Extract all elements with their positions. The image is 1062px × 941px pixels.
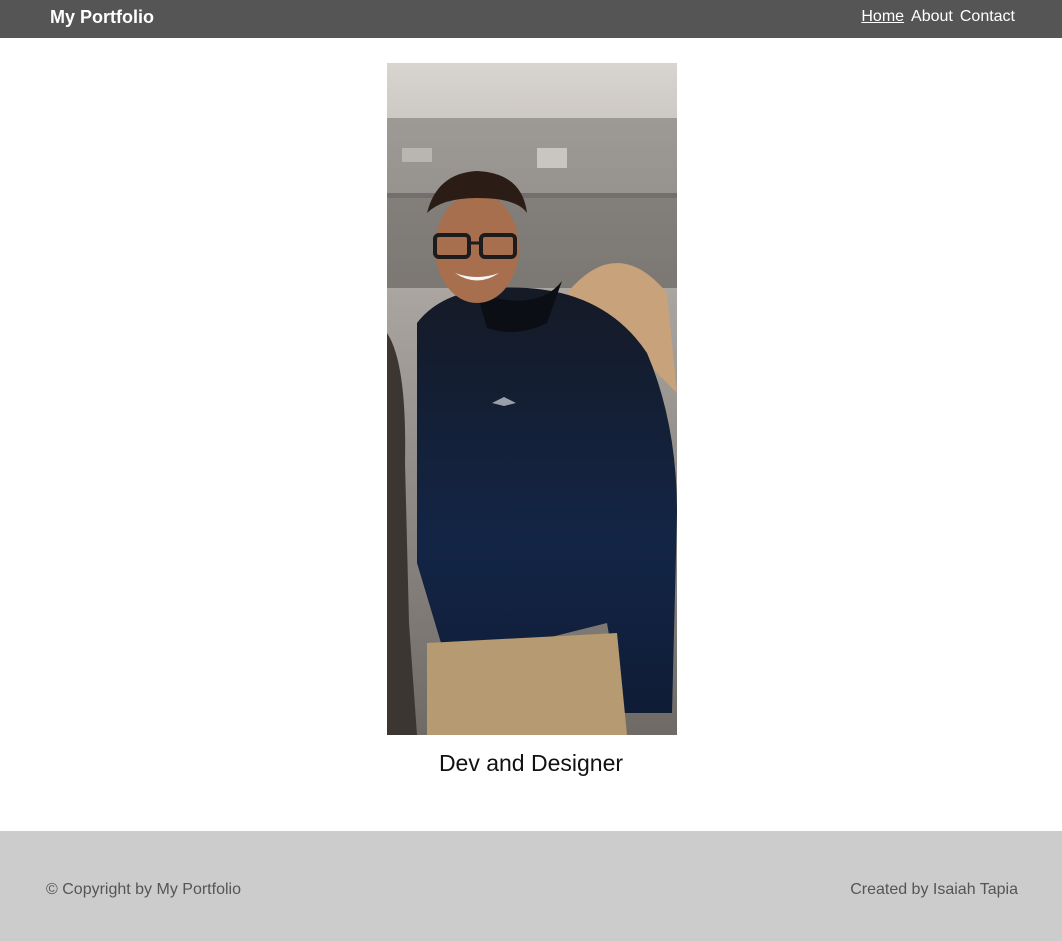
nav-link-home[interactable]: Home bbox=[861, 8, 904, 26]
profile-photo-image bbox=[387, 63, 677, 735]
nav-link-about[interactable]: About bbox=[911, 8, 953, 26]
brand-logo[interactable]: My Portfolio bbox=[50, 7, 154, 28]
navbar: My Portfolio Home About Contact bbox=[0, 0, 1062, 38]
nav-link-contact[interactable]: Contact bbox=[960, 8, 1015, 26]
profile-photo bbox=[387, 63, 677, 735]
tagline: Dev and Designer bbox=[438, 750, 624, 776]
copyright-text: © Copyright by My Portfolio bbox=[46, 881, 241, 898]
credit-text: Created by Isaiah Tapia bbox=[850, 881, 1018, 898]
nav-links: Home About Contact bbox=[861, 8, 1015, 26]
footer: © Copyright by My Portfolio Created by I… bbox=[0, 831, 1062, 941]
